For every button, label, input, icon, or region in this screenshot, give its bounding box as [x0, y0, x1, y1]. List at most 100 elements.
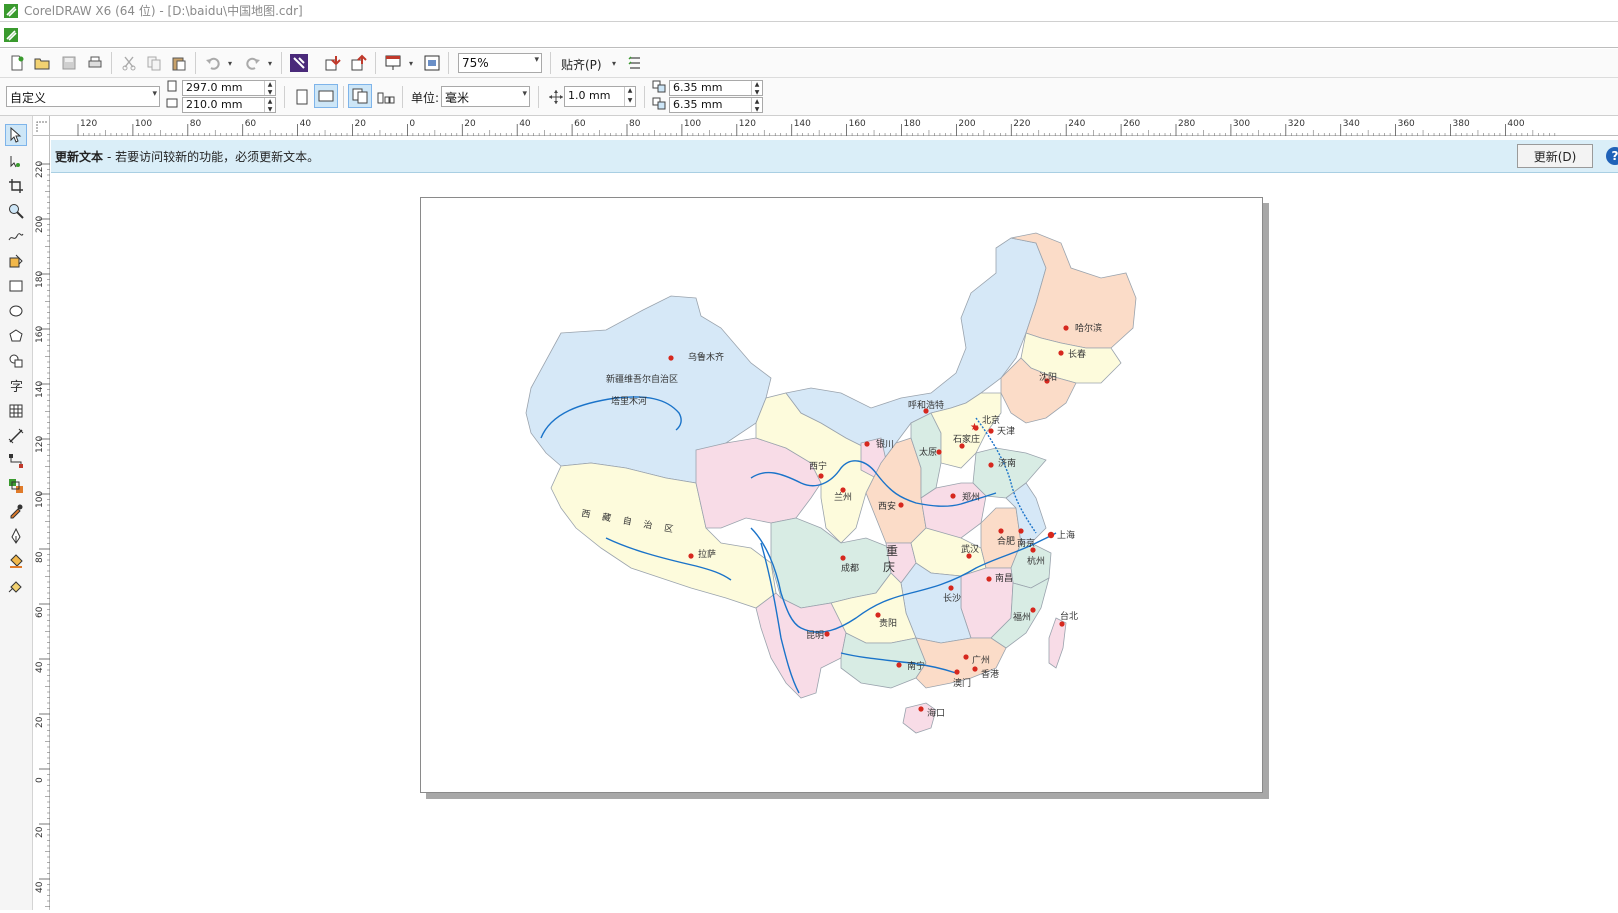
current-page-icon[interactable] [375, 86, 397, 108]
shape-tool-icon[interactable] [5, 150, 27, 172]
duplicate-x-spinner[interactable]: ▲ ▼ [751, 81, 762, 96]
basic-shapes-tool-icon[interactable] [5, 350, 27, 372]
document-page[interactable]: ★ 乌鲁木齐 新疆维吾尔自治区 塔里木河 西藏自治区 拉萨 西宁 兰州 银川 呼… [420, 197, 1263, 793]
export-icon[interactable] [348, 52, 370, 74]
city-dot [963, 654, 969, 660]
options-icon[interactable] [624, 52, 646, 74]
ruler-origin[interactable] [33, 116, 50, 136]
nudge-spinner[interactable]: ▲ ▼ [624, 87, 635, 106]
rectangle-tool-icon[interactable] [5, 275, 27, 297]
city-dot [988, 428, 994, 434]
duplicate-y-spinner[interactable]: ▲ ▼ [751, 98, 762, 113]
ruler-tick-label: 220 [1013, 119, 1030, 129]
crop-tool-icon[interactable] [5, 175, 27, 197]
app-menu-icon[interactable] [4, 28, 18, 42]
redo-icon[interactable] [242, 52, 264, 74]
map-label: 成都 [841, 562, 859, 574]
ruler-tick-label: 120 [739, 119, 756, 129]
new-document-icon[interactable] [6, 52, 28, 74]
shandong-region [972, 447, 1047, 499]
ruler-tick-label: 320 [1288, 119, 1305, 129]
launcher-dropdown-icon[interactable]: ▾ [407, 52, 415, 74]
interactive-fill-tool-icon[interactable] [5, 575, 27, 597]
smart-fill-tool-icon[interactable] [5, 250, 27, 272]
ruler-tick-label: 40 [519, 119, 531, 129]
city-dot [818, 473, 824, 479]
toolbar-separator [111, 52, 112, 74]
toolbar-separator [538, 86, 539, 108]
city-dot [840, 555, 846, 561]
zoom-tool-icon[interactable] [5, 200, 27, 222]
help-icon[interactable]: ? [1606, 147, 1618, 165]
copy-icon[interactable] [143, 52, 165, 74]
polygon-tool-icon[interactable] [5, 325, 27, 347]
units-label: 单位: [411, 91, 440, 105]
open-folder-icon[interactable] [31, 52, 53, 74]
page-height-input[interactable]: 210.0 mm ▲ ▼ [182, 97, 276, 113]
page-width-spinner[interactable]: ▲ ▼ [264, 81, 275, 96]
page-width-input[interactable]: 297.0 mm ▲ ▼ [182, 80, 276, 96]
all-pages-icon[interactable] [348, 84, 372, 108]
pick-tool-icon[interactable] [5, 124, 27, 146]
toolbar-separator [550, 52, 551, 74]
duplicate-x-value: 6.35 mm [673, 81, 723, 94]
zoom-level-select[interactable]: 75% ▾ [458, 53, 542, 73]
city-dot [688, 553, 694, 559]
print-icon[interactable] [84, 52, 106, 74]
city-dot [864, 441, 870, 447]
blend-tool-icon[interactable] [5, 475, 27, 497]
window-title: CorelDRAW X6 (64 位) - [D:\baidu\中国地图.cdr… [24, 4, 303, 18]
import-icon[interactable] [322, 52, 344, 74]
duplicate-x-input[interactable]: 6.35 mm ▲ ▼ [669, 80, 763, 96]
dimension-tool-icon[interactable] [5, 425, 27, 447]
search-content-icon[interactable] [288, 52, 310, 74]
china-map[interactable]: ★ 乌鲁木齐 新疆维吾尔自治区 塔里木河 西藏自治区 拉萨 西宁 兰州 银川 呼… [421, 198, 1264, 794]
ruler-tick-label: 0 [409, 119, 415, 129]
table-tool-icon[interactable] [5, 400, 27, 422]
page-size-select[interactable]: 自定义 ▾ [6, 86, 160, 107]
vertical-ruler[interactable]: 220 200 180 160 140 120 100 80 60 40 20 0 20 40 [33, 136, 50, 913]
application-launcher-icon[interactable] [382, 52, 404, 74]
outline-pen-tool-icon[interactable] [5, 525, 27, 547]
welcome-screen-icon[interactable] [421, 52, 443, 74]
nudge-distance-value: 1.0 mm [568, 89, 611, 102]
eyedropper-tool-icon[interactable] [5, 500, 27, 522]
page-height-value: 210.0 mm [186, 98, 243, 111]
snap-dropdown-icon[interactable]: ▾ [610, 52, 618, 74]
units-select[interactable]: 毫米 ▾ [441, 86, 530, 107]
undo-icon[interactable] [202, 52, 224, 74]
city-dot [936, 449, 942, 455]
ruler-tick-label: 200 [35, 216, 45, 233]
fill-tool-icon[interactable] [5, 550, 27, 572]
toolbar-separator [375, 52, 376, 74]
cut-icon[interactable] [118, 52, 140, 74]
paste-icon[interactable] [168, 52, 190, 74]
page-height-icon [165, 96, 179, 110]
map-label: 南京 [1017, 537, 1035, 549]
ruler-tick-label: 360 [1398, 119, 1415, 129]
update-text-button[interactable]: 更新(D) [1517, 144, 1593, 168]
horizontal-ruler[interactable]: 120 100 80 60 40 20 0 20 40 60 80 100 120 140 160 180 20… [50, 116, 1618, 136]
duplicate-y-input[interactable]: 6.35 mm ▲ ▼ [669, 97, 763, 113]
ruler-tick-label: 400 [1507, 119, 1524, 129]
toolbar-separator [448, 52, 449, 74]
snap-to-button[interactable]: 贴齐(P) [561, 56, 602, 73]
undo-dropdown-icon[interactable]: ▾ [226, 52, 234, 74]
ellipse-tool-icon[interactable] [5, 300, 27, 322]
city-dot [948, 585, 954, 591]
portrait-icon[interactable] [291, 86, 313, 108]
chevron-down-icon: ▾ [534, 55, 539, 65]
landscape-icon[interactable] [314, 84, 338, 108]
connector-tool-icon[interactable] [5, 450, 27, 472]
map-label: 呼和浩特 [908, 399, 944, 411]
redo-dropdown-icon[interactable]: ▾ [266, 52, 274, 74]
save-icon[interactable] [58, 52, 80, 74]
page-height-spinner[interactable]: ▲ ▼ [264, 98, 275, 113]
freehand-tool-icon[interactable] [5, 225, 27, 247]
chevron-down-icon: ▾ [152, 89, 157, 99]
text-tool-icon[interactable]: 字 [5, 375, 27, 397]
map-label: 广州 [972, 654, 990, 666]
nudge-distance-input[interactable]: 1.0 mm ▲ ▼ [564, 86, 636, 107]
toolbar-separator [343, 86, 344, 108]
ruler-tick-label: 160 [35, 326, 45, 343]
